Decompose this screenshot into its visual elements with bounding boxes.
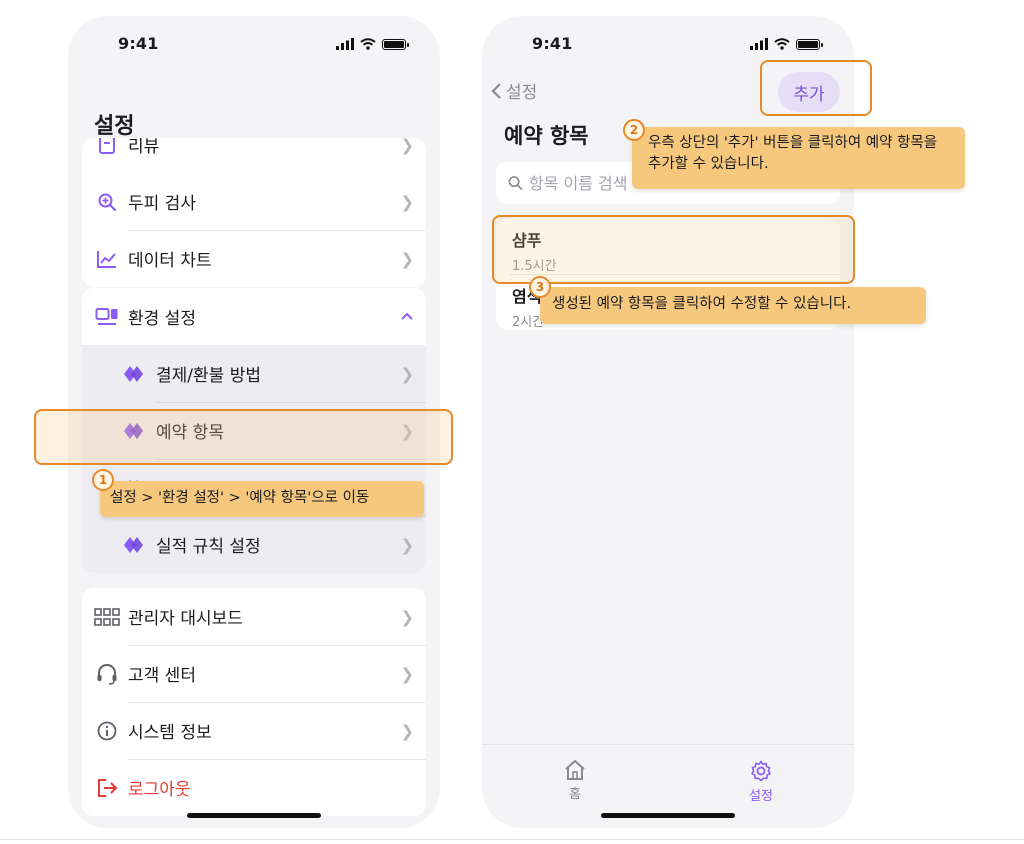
settings-item-data-chart[interactable]: 데이터 차트 ❯ — [82, 230, 426, 287]
divider — [0, 839, 1024, 840]
status-time: 9:41 — [532, 34, 573, 53]
chevron-left-icon — [491, 82, 501, 99]
trend-chart-icon — [94, 246, 120, 272]
home-icon — [565, 760, 585, 780]
submenu-item-payment-refund[interactable]: 결제/환불 방법 ❯ — [82, 345, 426, 402]
battery-icon — [382, 38, 409, 50]
diamond-icon — [122, 532, 146, 558]
headset-icon — [94, 661, 120, 687]
step-badge-2: 2 — [623, 119, 645, 141]
home-indicator — [187, 813, 321, 818]
callout-step-3: 생성된 예약 항목을 클릭하여 수정할 수 있습니다. — [540, 287, 926, 324]
settings-item-environment[interactable]: 환경 설정 — [82, 288, 426, 345]
diamond-icon — [122, 361, 146, 387]
back-label: 설정 — [506, 83, 538, 103]
chevron-right-icon: ❯ — [400, 721, 414, 740]
chevron-right-icon: ❯ — [400, 535, 414, 554]
settings-item-label: 두피 검사 — [128, 194, 196, 214]
settings-item-system-info[interactable]: 시스템 정보 ❯ — [82, 702, 426, 759]
search-icon — [508, 176, 523, 190]
logout-label: 로그아웃 — [128, 780, 191, 800]
settings-item-label: 고객 센터 — [128, 666, 196, 686]
dashboard-icon — [94, 304, 120, 330]
tab-label: 설정 — [749, 789, 773, 804]
chevron-right-icon: ❯ — [400, 192, 414, 211]
settings-item-label: 시스템 정보 — [128, 723, 212, 743]
document-icon — [94, 138, 120, 158]
callout-step-1: 설정 > '환경 설정' > '예약 항목'으로 이동 — [100, 481, 424, 517]
highlight-reservation-menu — [34, 409, 453, 465]
submenu-item-label: 결제/환불 방법 — [156, 366, 261, 386]
wifi-icon — [774, 38, 790, 50]
chevron-right-icon: ❯ — [400, 607, 414, 626]
wifi-icon — [360, 38, 376, 50]
settings-group-admin: 관리자 대시보드 ❯ 고객 센터 ❯ 시스템 정보 ❯ 로그아웃 — [82, 588, 426, 816]
settings-item-scalp-check[interactable]: 두피 검사 ❯ — [82, 173, 426, 230]
chevron-right-icon: ❯ — [400, 364, 414, 383]
home-indicator — [601, 813, 735, 818]
status-bar: 9:41 — [68, 16, 440, 72]
cellular-signal-icon — [750, 38, 768, 50]
battery-icon — [796, 38, 823, 50]
cellular-signal-icon — [336, 38, 354, 50]
submenu-item-performance-rules[interactable]: 실적 규칙 설정 ❯ — [82, 516, 426, 573]
back-button[interactable]: 설정 — [490, 78, 537, 103]
page-title: 설정 — [94, 114, 135, 139]
logout-icon — [94, 775, 120, 801]
settings-group-tools: 리뷰 ❯ 두피 검사 ❯ 데이터 차트 ❯ — [82, 138, 426, 287]
info-icon — [94, 718, 120, 744]
zoom-plus-icon — [94, 189, 120, 215]
chevron-right-icon: ❯ — [400, 249, 414, 268]
step-badge-3: 3 — [529, 276, 551, 298]
step-badge-1: 1 — [92, 469, 114, 491]
callout-step-2: 우측 상단의 '추가' 버튼을 클릭하여 예약 항목을 추가할 수 있습니다. — [632, 127, 965, 189]
page-title: 예약 항목 — [504, 124, 589, 148]
settings-item-admin-dashboard[interactable]: 관리자 대시보드 ❯ — [82, 588, 426, 645]
highlight-first-item — [492, 215, 855, 284]
settings-item-review[interactable]: 리뷰 ❯ — [82, 138, 426, 173]
settings-item-label: 데이터 차트 — [128, 251, 212, 271]
grid-icon — [94, 604, 120, 630]
submenu-item-label: 실적 규칙 설정 — [156, 537, 261, 557]
gear-icon — [751, 760, 771, 782]
chevron-up-icon — [400, 309, 414, 325]
chevron-right-icon: ❯ — [400, 664, 414, 683]
settings-item-label: 관리자 대시보드 — [128, 609, 243, 629]
chevron-right-icon: ❯ — [400, 138, 414, 154]
settings-item-customer-center[interactable]: 고객 센터 ❯ — [82, 645, 426, 702]
tab-label: 홈 — [569, 787, 581, 802]
logout-button[interactable]: 로그아웃 — [82, 759, 426, 816]
status-time: 9:41 — [118, 34, 159, 53]
highlight-add-button — [760, 60, 872, 116]
settings-item-label: 환경 설정 — [128, 309, 196, 329]
